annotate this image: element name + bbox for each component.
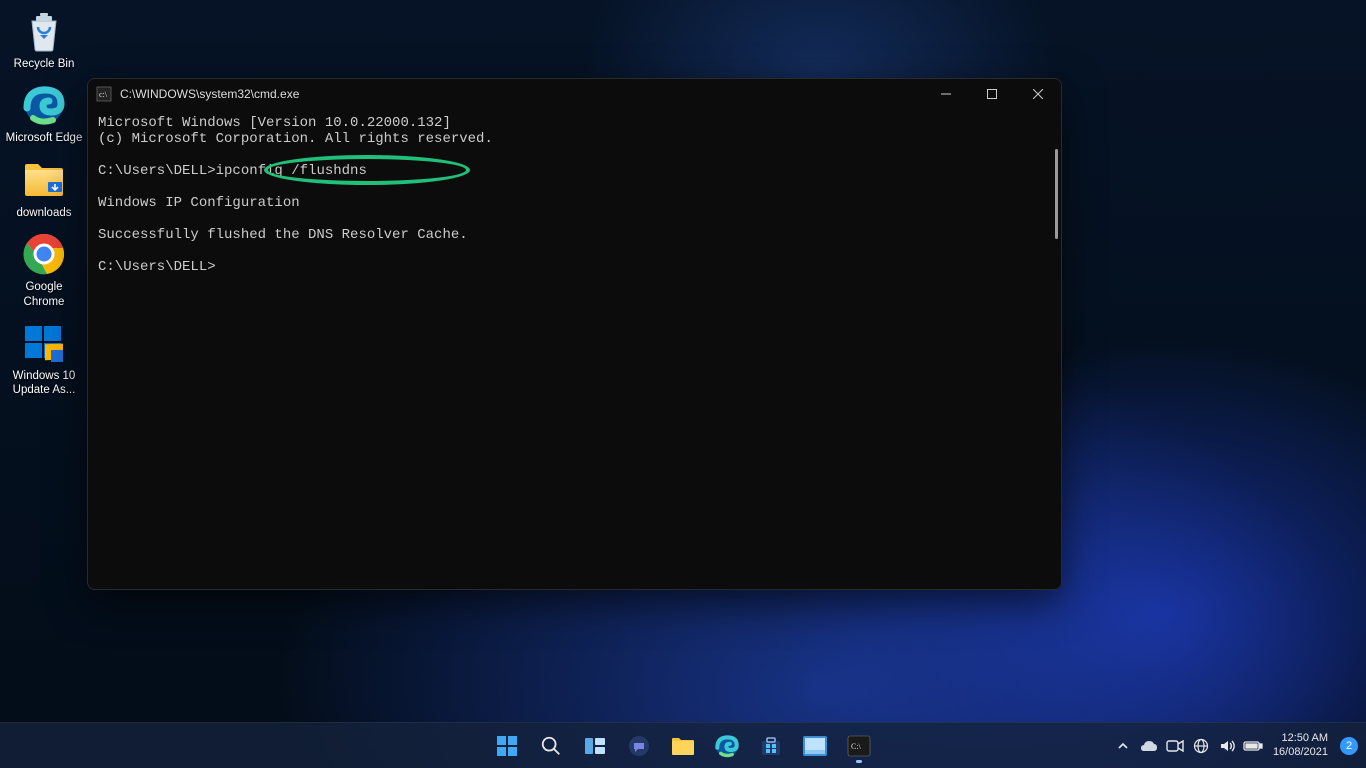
cmd-line: Windows IP Configuration <box>98 195 300 211</box>
minimize-button[interactable] <box>923 79 969 109</box>
win-update-glyph <box>22 321 66 365</box>
icon-label: Windows 10 Update As... <box>5 369 83 398</box>
chrome-glyph <box>22 232 66 276</box>
close-button[interactable] <box>1015 79 1061 109</box>
edge-button[interactable] <box>707 726 747 766</box>
clock-time: 12:50 AM <box>1282 732 1328 745</box>
maximize-button[interactable] <box>969 79 1015 109</box>
taskbar-clock[interactable]: 12:50 AM 16/08/2021 <box>1267 732 1334 758</box>
app-button[interactable] <box>795 726 835 766</box>
onedrive-icon[interactable] <box>1137 726 1161 766</box>
cmd-window[interactable]: c:\ C:\WINDOWS\system32\cmd.exe Microsof… <box>87 78 1062 590</box>
cmd-button[interactable]: C:\ <box>839 726 879 766</box>
cmd-line: (c) Microsoft Corporation. All rights re… <box>98 131 493 147</box>
folder-glyph <box>22 158 66 202</box>
cmd-scrollbar[interactable] <box>1055 149 1058 239</box>
chat-button[interactable] <box>619 726 659 766</box>
cmd-line: Microsoft Windows [Version 10.0.22000.13… <box>98 115 451 131</box>
windows-update-assistant-icon[interactable]: Windows 10 Update As... <box>4 317 84 406</box>
cmd-titlebar[interactable]: c:\ C:\WINDOWS\system32\cmd.exe <box>88 79 1061 109</box>
icon-label: Microsoft Edge <box>6 131 83 145</box>
search-button[interactable] <box>531 726 571 766</box>
cmd-prompt: C:\Users\DELL> <box>98 163 216 179</box>
start-button[interactable] <box>487 726 527 766</box>
recycle-bin-glyph <box>22 9 66 53</box>
desktop[interactable]: Recycle Bin Microsoft Edge <box>0 0 1366 768</box>
cmd-line: Successfully flushed the DNS Resolver Ca… <box>98 227 468 243</box>
battery-icon[interactable] <box>1241 726 1265 766</box>
cmd-app-icon: c:\ <box>96 86 112 102</box>
cmd-output[interactable]: Microsoft Windows [Version 10.0.22000.13… <box>88 109 1061 589</box>
cmd-typed-command: ipconfig /flushdns <box>216 163 367 179</box>
microsoft-edge-icon[interactable]: Microsoft Edge <box>4 79 84 153</box>
taskview-button[interactable] <box>575 726 615 766</box>
svg-text:c:\: c:\ <box>99 90 108 99</box>
notifications-badge[interactable]: 2 <box>1340 737 1358 755</box>
icon-label: downloads <box>17 206 72 220</box>
cmd-prompt: C:\Users\DELL> <box>98 259 216 275</box>
volume-icon[interactable] <box>1215 726 1239 766</box>
edge-glyph <box>22 83 66 127</box>
icon-label: Google Chrome <box>5 280 83 309</box>
taskbar-center: C:\ <box>487 723 879 768</box>
google-chrome-icon[interactable]: Google Chrome <box>4 228 84 317</box>
tray-overflow-button[interactable] <box>1111 726 1135 766</box>
downloads-folder-icon[interactable]: downloads <box>4 154 84 228</box>
file-explorer-button[interactable] <box>663 726 703 766</box>
language-icon[interactable] <box>1189 726 1213 766</box>
clock-date: 16/08/2021 <box>1273 746 1328 759</box>
icon-label: Recycle Bin <box>14 57 75 71</box>
taskbar[interactable]: C:\ 12:50 AM 16/08/2021 2 <box>0 722 1366 768</box>
recycle-bin-icon[interactable]: Recycle Bin <box>4 5 84 79</box>
microsoft-store-button[interactable] <box>751 726 791 766</box>
svg-text:C:\: C:\ <box>851 742 862 751</box>
meetnow-icon[interactable] <box>1163 726 1187 766</box>
desktop-icons: Recycle Bin Microsoft Edge <box>4 5 84 406</box>
cmd-title: C:\WINDOWS\system32\cmd.exe <box>120 87 299 101</box>
system-tray: 12:50 AM 16/08/2021 2 <box>1111 723 1358 768</box>
